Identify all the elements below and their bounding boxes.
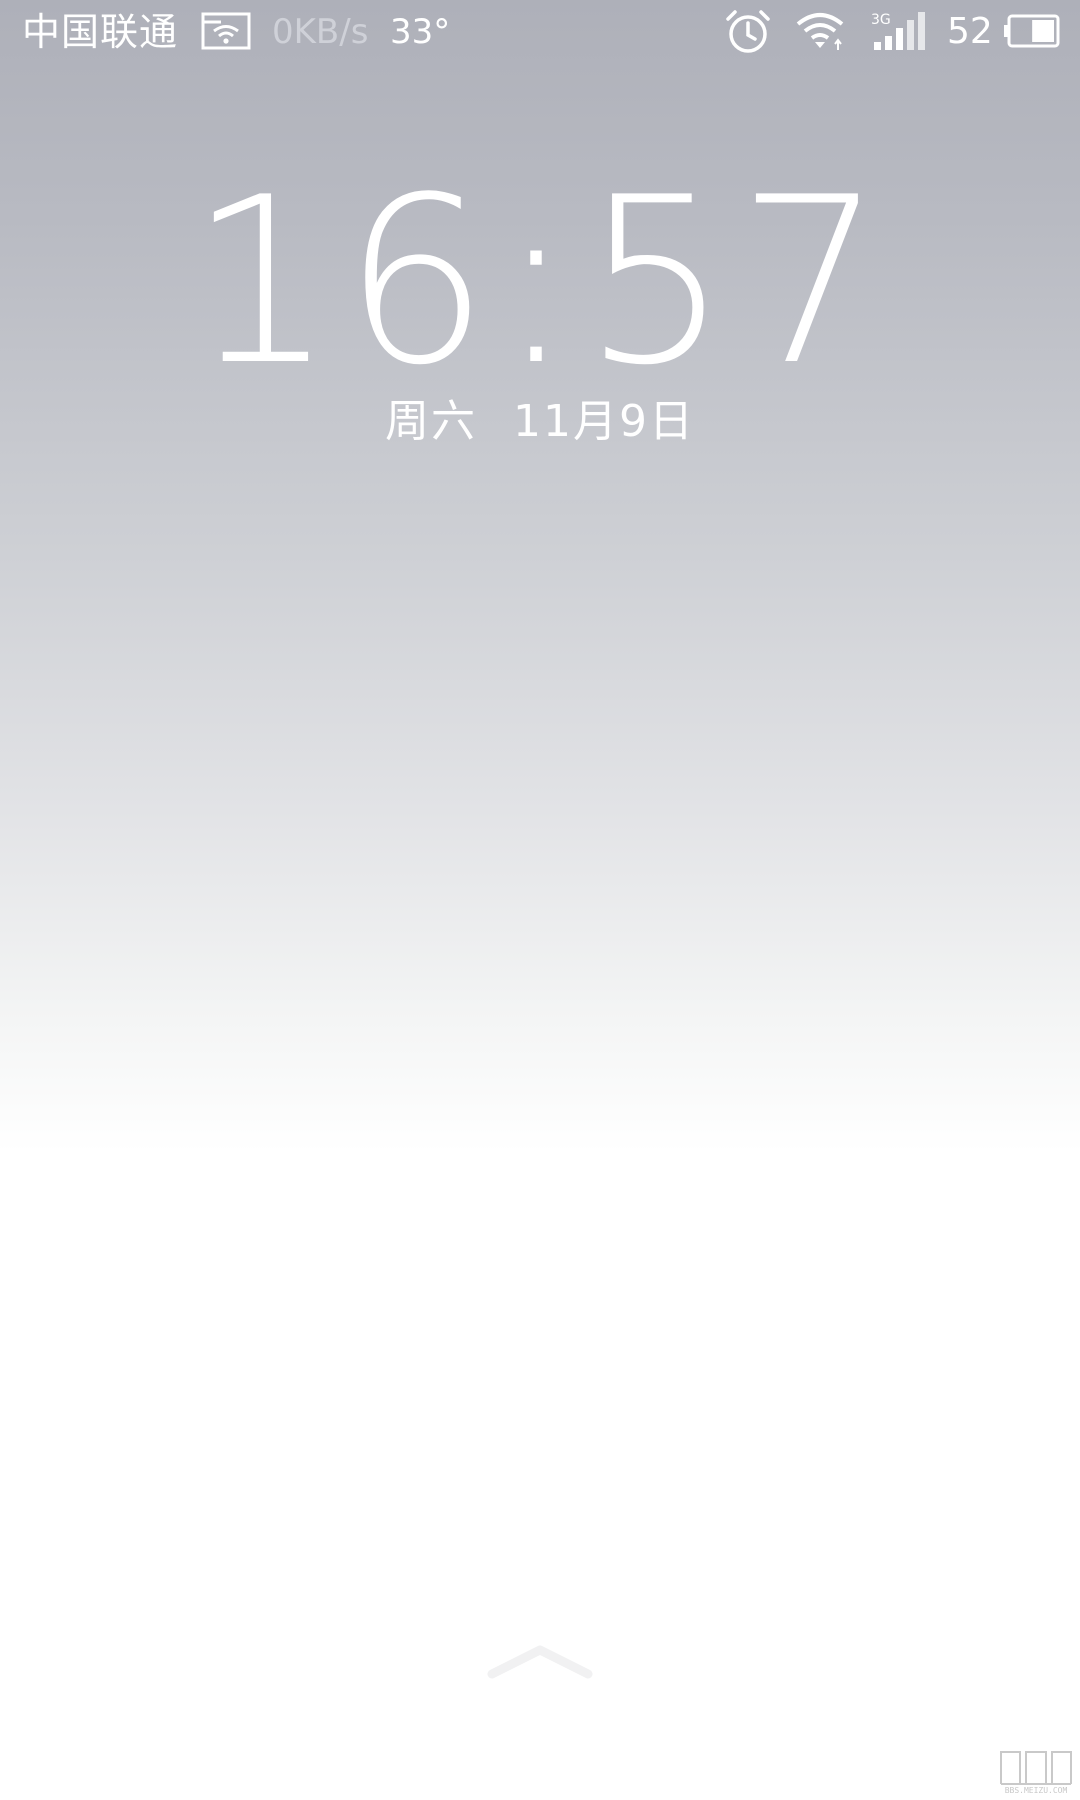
- battery-level: 52: [947, 11, 993, 52]
- network-speed: 0KB/s: [272, 12, 369, 52]
- chevron-up-icon[interactable]: [486, 1640, 594, 1686]
- weekday-label: 周六: [385, 396, 477, 447]
- signal-icon: 3G: [871, 12, 925, 50]
- wifi-icon: [796, 13, 844, 50]
- watermark-text: BBS.MEIZU.COM: [1004, 1786, 1068, 1795]
- battery-icon: [1004, 14, 1060, 48]
- sd-card-wifi-icon: [201, 12, 251, 50]
- lock-screen-clock: 16:57: [188, 149, 892, 416]
- date-label: 11月9日: [513, 396, 695, 447]
- temperature: 33°: [390, 12, 451, 52]
- status-bar[interactable]: 中国联通 0KB/s 33° 3G 52: [0, 0, 1080, 64]
- battery-fill: [1032, 20, 1054, 42]
- alarm-icon: [726, 10, 770, 53]
- lock-screen-date: 周六 11月9日: [0, 394, 1080, 450]
- network-type-label: 3G: [871, 12, 891, 28]
- carrier-name: 中国联通: [22, 10, 179, 54]
